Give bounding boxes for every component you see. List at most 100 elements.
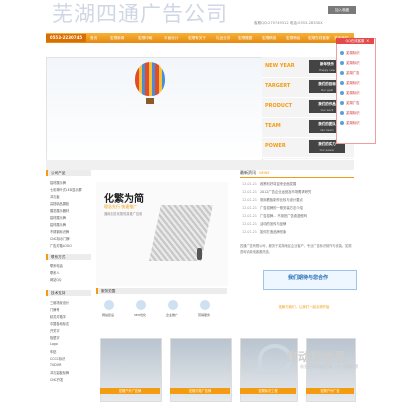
tech-link[interactable]: 门牌号 — [50, 307, 60, 312]
contact-title: 联系方式 — [46, 254, 91, 260]
ad-strip — [46, 160, 354, 170]
news-text[interactable]: 常用看板制作比较与设计要点 — [260, 198, 303, 202]
qq-contact[interactable]: 芜湖广告 — [340, 70, 360, 75]
news-item[interactable]: 12-01-21 政策利好将迎来全面发展 — [242, 181, 296, 186]
nav-item[interactable]: 平面设计 — [164, 33, 178, 43]
product-link[interactable]: 七彩荷叶式LED显示屏 — [50, 187, 82, 192]
news-text[interactable]: 广告招牌... 不用担广告费虚假吗 — [260, 214, 307, 218]
product-link[interactable]: 广告灯箱LOGO — [50, 243, 72, 248]
banner-row-zh: 我们的团队 — [318, 122, 336, 126]
news-item[interactable]: 12-01-21 广告招牌... 不用担广告费虚假吗 — [242, 213, 307, 218]
tech-link[interactable]: 冲孔铝板标牌 — [50, 370, 69, 375]
cooperation-label[interactable]: 我们期待与您合作 — [288, 274, 328, 281]
nav-item[interactable]: 宏顺精英 — [262, 33, 276, 43]
tech-link[interactable]: 车贴 — [50, 349, 56, 354]
news-date: 12-01-21 — [242, 182, 257, 186]
nav-item[interactable]: 宏顺有关于 — [188, 33, 206, 43]
qq-contact[interactable]: 芜湖标识 — [340, 60, 360, 65]
website-icon[interactable] — [104, 300, 114, 310]
nav-item[interactable]: 宏顺印刷 — [138, 33, 152, 43]
nav-item[interactable]: 礼品业务 — [216, 33, 230, 43]
qq-icon — [340, 101, 344, 105]
tech-link[interactable]: Logo — [50, 342, 58, 346]
qq-contact-label[interactable]: 芜湖广告 — [346, 71, 360, 75]
seo-icon[interactable] — [136, 300, 146, 310]
qq-contact-label[interactable]: 芜湖标识 — [346, 61, 360, 65]
nav-item[interactable]: 首页 — [90, 33, 97, 43]
news-title: 最新资讯 — [240, 170, 256, 175]
banner-row-zh: 我们的目标 — [318, 82, 336, 86]
tech-link[interactable]: CNC开发 — [50, 377, 63, 382]
watermark-subtitle: 做更好的网站目录 —— 点滴积累 — [300, 364, 359, 369]
promotion-icon[interactable] — [168, 300, 178, 310]
qq-contact-label[interactable]: 芜湖标识 — [346, 81, 360, 85]
product-link[interactable]: 高档精品展柜 — [50, 201, 69, 206]
tech-link[interactable]: 精灵灯箱字 — [50, 314, 66, 319]
tech-link[interactable]: 吸塑字 — [50, 335, 60, 340]
news-item[interactable]: 12-01-21 2012广告企业运营及市场需求研究 — [242, 189, 311, 194]
qq-contact-label[interactable]: 芜湖广告 — [346, 101, 360, 105]
person-figure — [197, 248, 202, 260]
favorite-button[interactable]: 加入收藏 — [328, 6, 356, 14]
news-text[interactable]: 广告招牌的一般安装方法介绍 — [260, 206, 303, 210]
news-text[interactable]: 活动的宣传与品牌 — [260, 222, 286, 226]
nav-item[interactable]: 宏顺在线客服 — [308, 33, 330, 43]
feature-body: 通用创意化繁知易推广应用 — [104, 212, 143, 216]
banner-row-label: TEAM — [265, 123, 281, 129]
qq-contact[interactable]: 芜湖标识 — [340, 90, 360, 95]
tech-link[interactable]: 开关字 — [50, 328, 60, 333]
tech-link[interactable]: CCCC标识 — [50, 356, 65, 361]
service-label[interactable]: 营销服务 — [198, 313, 210, 317]
product-link[interactable]: 铝材展示牌 — [50, 180, 66, 185]
qq-contact[interactable]: 芜湖标识 — [340, 50, 360, 55]
gallery-caption[interactable]: 宏顺标识工程 — [240, 388, 296, 394]
news-text[interactable]: 如何打造品牌形象 — [260, 230, 286, 234]
watermark-text: 自动秒收录 — [286, 350, 347, 364]
qq-contact[interactable]: 芜湖标识 — [340, 110, 360, 115]
qq-contact-label[interactable]: 芜湖标识 — [346, 51, 360, 55]
nav-item[interactable]: 宏顺赠图 — [238, 33, 252, 43]
gallery-caption[interactable]: 宏顺户外广告 — [306, 388, 354, 394]
service-label[interactable]: 网站建设 — [102, 313, 114, 317]
product-link[interactable]: 铝材展示牌 — [50, 222, 66, 227]
qq-icon — [340, 51, 344, 55]
tech-link[interactable]: 三维场景设计 — [50, 300, 69, 305]
service-label[interactable]: SEO优化 — [134, 313, 146, 317]
news-text[interactable]: 政策利好将迎来全面发展 — [260, 182, 296, 186]
news-item[interactable]: 12-01-21 活动的宣传与品牌 — [242, 221, 286, 226]
contact-line: 网站QQ — [50, 278, 62, 282]
qq-contact[interactable]: 芜湖标识 — [340, 80, 360, 85]
product-link[interactable]: 铝材展示牌 — [50, 215, 66, 220]
marketing-icon[interactable] — [200, 300, 210, 310]
tech-link[interactable]: 中国各地标志 — [50, 321, 69, 326]
tech-link[interactable]: TUDOR — [50, 363, 61, 367]
qq-contact[interactable]: 芜湖广告 — [340, 100, 360, 105]
gallery-caption[interactable]: 宏顺灯箱广告牌 — [170, 388, 230, 394]
banner-row-label: PRODUCT — [265, 103, 293, 109]
news-item[interactable]: 12-01-21 广告招牌的一般安装方法介绍 — [242, 205, 303, 210]
news-item[interactable]: 12-01-21 常用看板制作比较与设计要点 — [242, 197, 303, 202]
qq-contact-label[interactable]: 芜湖标识 — [346, 111, 360, 115]
news-date: 12-01-21 — [242, 206, 257, 210]
news-text[interactable]: 2012广告企业运营及市场需求研究 — [260, 190, 311, 194]
product-link[interactable]: 不锈钢标识牌 — [50, 229, 69, 234]
header-contact: 客服QQ:275749312 电话:0553-2833XX — [254, 21, 323, 25]
product-link[interactable]: 展览展示器材 — [50, 208, 69, 213]
product-link[interactable]: 冲孔板 — [50, 194, 60, 199]
products-title: 公司产品 — [46, 170, 91, 176]
nav-phone: 0553-2230745 — [46, 34, 86, 42]
site-logo[interactable]: 芜湖四通广告公司 — [52, 0, 228, 28]
service-label[interactable]: 企业推广 — [166, 313, 178, 317]
qq-contact[interactable]: 芜湖标识 — [340, 120, 360, 125]
banner-row-label: POWER — [265, 143, 286, 149]
tech-title: 技术支持 — [46, 290, 91, 296]
qq-contact-label[interactable]: 芜湖标识 — [346, 91, 360, 95]
news-item[interactable]: 12-01-21 如何打造品牌形象 — [242, 229, 286, 234]
nav-item[interactable]: 宏顺新闻 — [110, 33, 124, 43]
gallery-caption[interactable]: 宏顺户外广告牌 — [100, 388, 160, 394]
close-icon[interactable]: × — [366, 39, 371, 43]
product-link[interactable]: CNC标示门牌 — [50, 236, 70, 241]
qq-icon — [340, 91, 344, 95]
qq-contact-label[interactable]: 芜湖标识 — [346, 121, 360, 125]
nav-item[interactable]: 宏顺喷绘 — [286, 33, 300, 43]
